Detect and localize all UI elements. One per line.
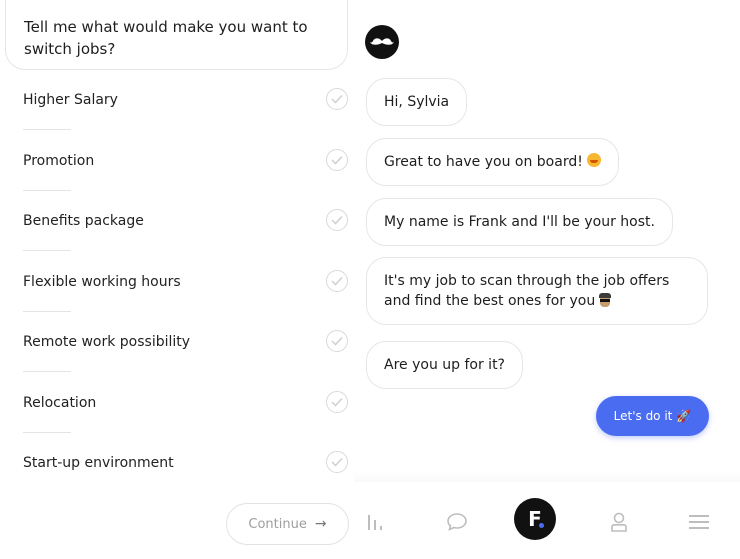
chat-icon[interactable] <box>437 502 477 542</box>
option-label: Start-up environment <box>23 455 174 471</box>
bottom-nav: F <box>354 482 740 559</box>
option-label: Promotion <box>23 153 95 169</box>
menu-icon[interactable] <box>679 502 719 542</box>
chat-message: Are you up for it? <box>366 341 523 389</box>
divider <box>23 371 71 372</box>
question-text: Tell me what would make you want to swit… <box>24 18 308 58</box>
checkmark-icon[interactable] <box>326 391 348 413</box>
checkmark-icon[interactable] <box>326 88 348 110</box>
home-logo[interactable]: F <box>514 498 556 540</box>
question-bubble: Tell me what would make you want to swit… <box>5 0 348 70</box>
job-preferences-panel: Tell me what would make you want to swit… <box>0 0 362 559</box>
message-text: Great to have you on board! <box>384 154 583 170</box>
checkmark-icon[interactable] <box>326 451 348 473</box>
option-promotion[interactable]: Promotion <box>0 131 362 191</box>
message-text: Hi, Sylvia <box>384 94 450 110</box>
chat-message: My name is Frank and I'll be your host. <box>366 198 673 246</box>
stats-icon[interactable] <box>356 502 396 542</box>
checkmark-icon[interactable] <box>326 209 348 231</box>
logo-dot <box>539 523 544 528</box>
message-text: It's my job to scan through the job offe… <box>384 273 670 309</box>
message-text: Are you up for it? <box>384 357 505 373</box>
chat-message: Great to have you on board! <box>366 138 619 186</box>
message-text: My name is Frank and I'll be your host. <box>384 214 655 230</box>
divider <box>23 250 71 251</box>
left-footer: Continue → <box>0 483 362 559</box>
option-label: Higher Salary <box>23 92 118 108</box>
divider <box>23 129 71 130</box>
continue-button[interactable]: Continue → <box>226 503 349 545</box>
chat-panel: Hi, Sylvia Great to have you on board! M… <box>354 0 740 559</box>
mustache-icon <box>365 25 399 59</box>
option-remote-work[interactable]: Remote work possibility <box>0 312 362 372</box>
rocket-icon: 🚀 <box>676 409 692 423</box>
chat-message: It's my job to scan through the job offe… <box>366 257 708 325</box>
profile-icon[interactable] <box>599 502 639 542</box>
option-label: Benefits package <box>23 213 144 229</box>
option-label: Relocation <box>23 395 97 411</box>
chat-message: Hi, Sylvia <box>366 78 468 126</box>
option-label: Remote work possibility <box>23 334 191 350</box>
option-benefits-package[interactable]: Benefits package <box>0 191 362 251</box>
option-flexible-working-hours[interactable]: Flexible working hours <box>0 252 362 312</box>
smiling-face-icon <box>586 153 601 167</box>
option-higher-salary[interactable]: Higher Salary <box>0 70 362 130</box>
checkmark-icon[interactable] <box>326 149 348 171</box>
checkmark-icon[interactable] <box>326 270 348 292</box>
detective-icon <box>598 293 612 307</box>
arrow-right-icon: → <box>314 516 327 532</box>
continue-label: Continue <box>248 516 307 532</box>
lets-do-it-button[interactable]: Let's do it 🚀 <box>596 396 709 436</box>
option-relocation[interactable]: Relocation <box>0 373 362 433</box>
option-label: Flexible working hours <box>23 274 181 290</box>
checkmark-icon[interactable] <box>326 330 348 352</box>
divider <box>354 470 740 482</box>
button-label: Let's do it <box>613 409 673 423</box>
